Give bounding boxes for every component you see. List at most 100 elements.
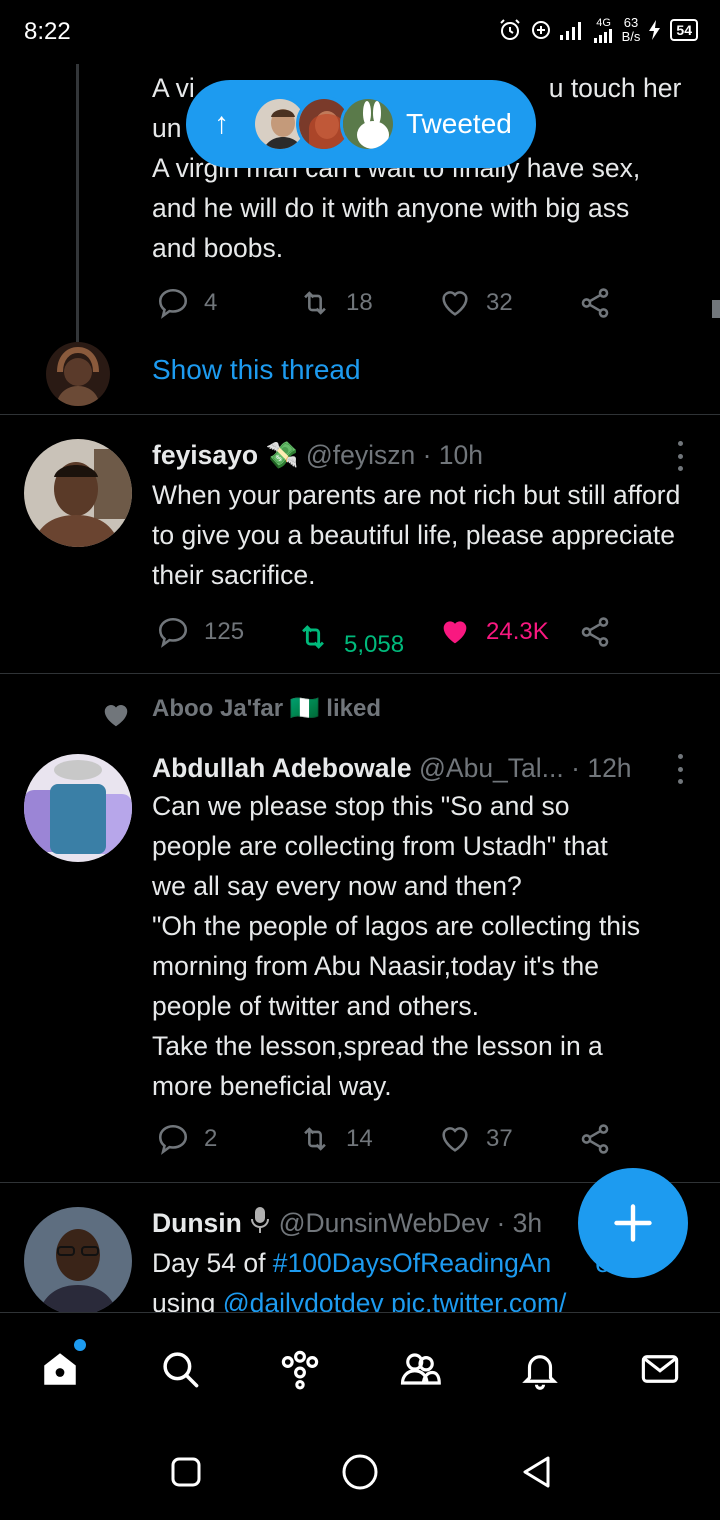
mention-link[interactable]: @dailydotdev xyxy=(223,1288,384,1312)
tweet-text-line: people are collecting from Ustadh" that xyxy=(152,831,608,861)
media-link[interactable]: pic.twitter.com/ xyxy=(391,1288,566,1312)
battery-indicator: 54 xyxy=(670,19,698,41)
reply-icon xyxy=(158,1124,188,1155)
like-button[interactable]: 37 xyxy=(438,1122,513,1156)
social-context[interactable]: Aboo Ja'far 🇳🇬 liked xyxy=(152,694,381,723)
back-triangle-icon xyxy=(523,1456,550,1488)
tweet-card[interactable]: feyisayo 💸 @feyiszn · 10h When your pare… xyxy=(0,415,720,673)
nav-notifications[interactable] xyxy=(518,1347,562,1391)
share-button[interactable] xyxy=(578,286,612,320)
thread-connector-line xyxy=(76,64,79,342)
like-button[interactable]: 32 xyxy=(438,286,513,320)
share-icon xyxy=(581,1124,609,1154)
reply-count: 2 xyxy=(204,1125,218,1152)
compose-tweet-button[interactable] xyxy=(578,1168,688,1278)
clock: 8:22 xyxy=(24,18,71,45)
bottom-navigation xyxy=(0,1312,720,1420)
display-name[interactable]: feyisayo xyxy=(152,440,258,470)
user-avatar[interactable] xyxy=(24,1207,132,1312)
retweet-icon xyxy=(302,625,324,649)
toast-avatars xyxy=(252,96,396,152)
tweet-actions: 125 5,058 24.3K xyxy=(152,615,622,658)
toast-label: Tweeted xyxy=(406,108,512,139)
microphone-icon xyxy=(249,1205,271,1246)
nav-search[interactable] xyxy=(158,1347,202,1391)
retweet-count: 5,058 xyxy=(344,631,405,658)
data-saver-icon xyxy=(530,19,552,41)
system-navigation-bar xyxy=(0,1420,720,1520)
charging-icon xyxy=(648,20,662,40)
status-icons: 4G 63 B/s 54 xyxy=(498,16,698,44)
timeline-feed[interactable]: A vi u touch her un A virgin man can't wa… xyxy=(0,64,720,1312)
tweet-text-line: Can we please stop this "So and so xyxy=(152,791,570,821)
reply-button[interactable]: 125 xyxy=(156,615,244,649)
like-count: 24.3K xyxy=(486,618,549,645)
retweet-button[interactable]: 5,058 xyxy=(296,615,404,659)
tweet-text-line: Take the lesson,spread the lesson in a xyxy=(152,1031,603,1061)
share-button[interactable] xyxy=(578,1122,612,1156)
share-icon xyxy=(581,288,609,318)
reply-count: 4 xyxy=(204,289,218,316)
reply-icon xyxy=(158,617,188,648)
tweet-time: · 3h xyxy=(496,1208,543,1238)
share-button[interactable] xyxy=(578,615,612,649)
liked-heart-icon xyxy=(100,700,132,735)
show-thread-link[interactable]: Show this thread xyxy=(152,354,361,386)
tweet-header: Dunsin @DunsinWebDev · 3h xyxy=(152,1203,542,1246)
hashtag-link[interactable]: #100DaysOfReadingAn xyxy=(273,1248,551,1278)
tweet-text-line: and he will do it with anyone with big a… xyxy=(152,193,630,223)
tweet-card[interactable]: Aboo Ja'far 🇳🇬 liked Abdullah Adebowale … xyxy=(0,674,720,1182)
recents-button[interactable] xyxy=(166,1452,206,1492)
net-speed: 63 B/s xyxy=(622,16,641,44)
retweet-count: 14 xyxy=(346,1125,373,1152)
network-type: 4G xyxy=(596,16,611,29)
heart-filled-icon xyxy=(443,621,467,644)
reply-button[interactable]: 4 xyxy=(156,286,217,320)
retweet-count: 18 xyxy=(346,289,373,316)
scroll-indicator xyxy=(712,300,720,318)
tweet-text-line: and boobs. xyxy=(152,233,284,263)
retweet-button[interactable]: 18 xyxy=(298,286,373,320)
spaces-icon xyxy=(281,1350,319,1390)
user-handle[interactable]: @DunsinWebDev xyxy=(279,1208,490,1238)
tweet-text: Can we please stop this "So and so peopl… xyxy=(152,786,697,1106)
like-count: 32 xyxy=(486,289,513,316)
communities-icon xyxy=(400,1353,441,1385)
retweet-icon xyxy=(304,291,326,315)
nav-messages[interactable] xyxy=(638,1347,682,1391)
reply-count: 125 xyxy=(204,618,245,645)
heart-icon xyxy=(442,1127,468,1152)
nav-spaces[interactable] xyxy=(278,1347,322,1391)
user-avatar[interactable] xyxy=(24,439,132,547)
retweet-button[interactable]: 14 xyxy=(298,1122,373,1156)
bell-icon xyxy=(522,1355,558,1390)
more-options-icon[interactable] xyxy=(670,754,690,784)
more-options-icon[interactable] xyxy=(670,441,690,471)
thread-author-avatar[interactable] xyxy=(46,342,110,406)
net-speed-unit: B/s xyxy=(621,29,641,44)
tweet-text-line: more beneficial way. xyxy=(152,1071,392,1101)
tweet-time: · 12h xyxy=(571,753,632,783)
tweet-text: When your parents are not rich but still… xyxy=(152,480,681,590)
arrow-up-icon: ↑ xyxy=(214,107,229,140)
display-name[interactable]: Dunsin xyxy=(152,1208,242,1238)
lte-signal-icon: 4G xyxy=(593,16,614,43)
reply-button[interactable]: 2 xyxy=(156,1122,217,1156)
tweet-header: feyisayo 💸 @feyiszn · 10h xyxy=(152,435,483,475)
like-button[interactable]: 24.3K xyxy=(438,615,549,649)
nav-communities[interactable] xyxy=(398,1347,442,1391)
recents-icon xyxy=(171,1457,201,1487)
user-avatar[interactable] xyxy=(24,754,132,862)
display-name[interactable]: Abdullah Adebowale xyxy=(152,753,412,783)
toast-avatar xyxy=(340,96,396,152)
user-handle[interactable]: @Abu_Tal... xyxy=(419,753,564,783)
net-speed-value: 63 xyxy=(623,15,639,30)
nav-home[interactable] xyxy=(38,1339,86,1391)
alarm-icon xyxy=(498,18,522,42)
user-handle[interactable]: @feyiszn xyxy=(306,440,415,470)
back-button[interactable] xyxy=(516,1452,556,1492)
new-tweets-pill[interactable]: ↑ Tweeted xyxy=(186,80,536,168)
search-icon xyxy=(163,1352,199,1388)
home-system-button[interactable] xyxy=(340,1452,380,1492)
tweet-text-line: morning from Abu Naasir,today it's the xyxy=(152,951,599,981)
